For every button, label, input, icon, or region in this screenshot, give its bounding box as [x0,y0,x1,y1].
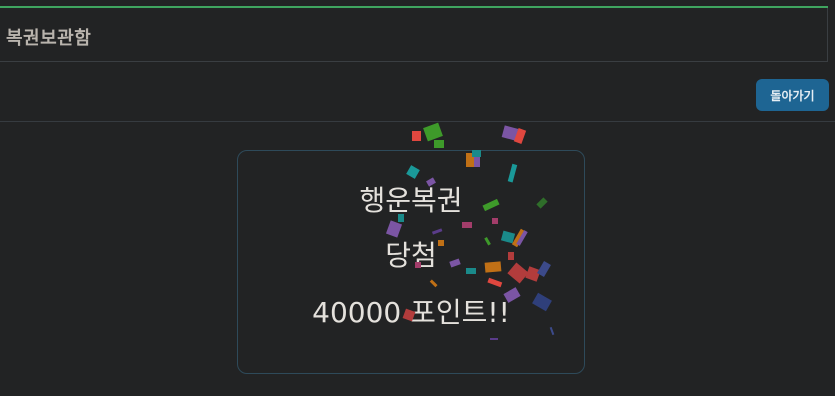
lottery-result-card: 행운복권 당첨 40000 포인트!! [237,150,585,374]
confetti-piece [412,131,421,141]
page-title: 복권보관함 [6,28,92,49]
confetti-piece [434,140,444,148]
back-button[interactable]: 돌아가기 [756,79,829,111]
confetti-piece [513,128,527,144]
divider [0,121,835,122]
confetti-piece [501,125,519,141]
confetti-piece [423,122,443,142]
header-panel [0,8,828,62]
result-status: 당첨 [385,239,437,272]
result-title: 행운복권 [359,184,463,217]
result-prize: 40000 포인트!! [312,296,510,329]
